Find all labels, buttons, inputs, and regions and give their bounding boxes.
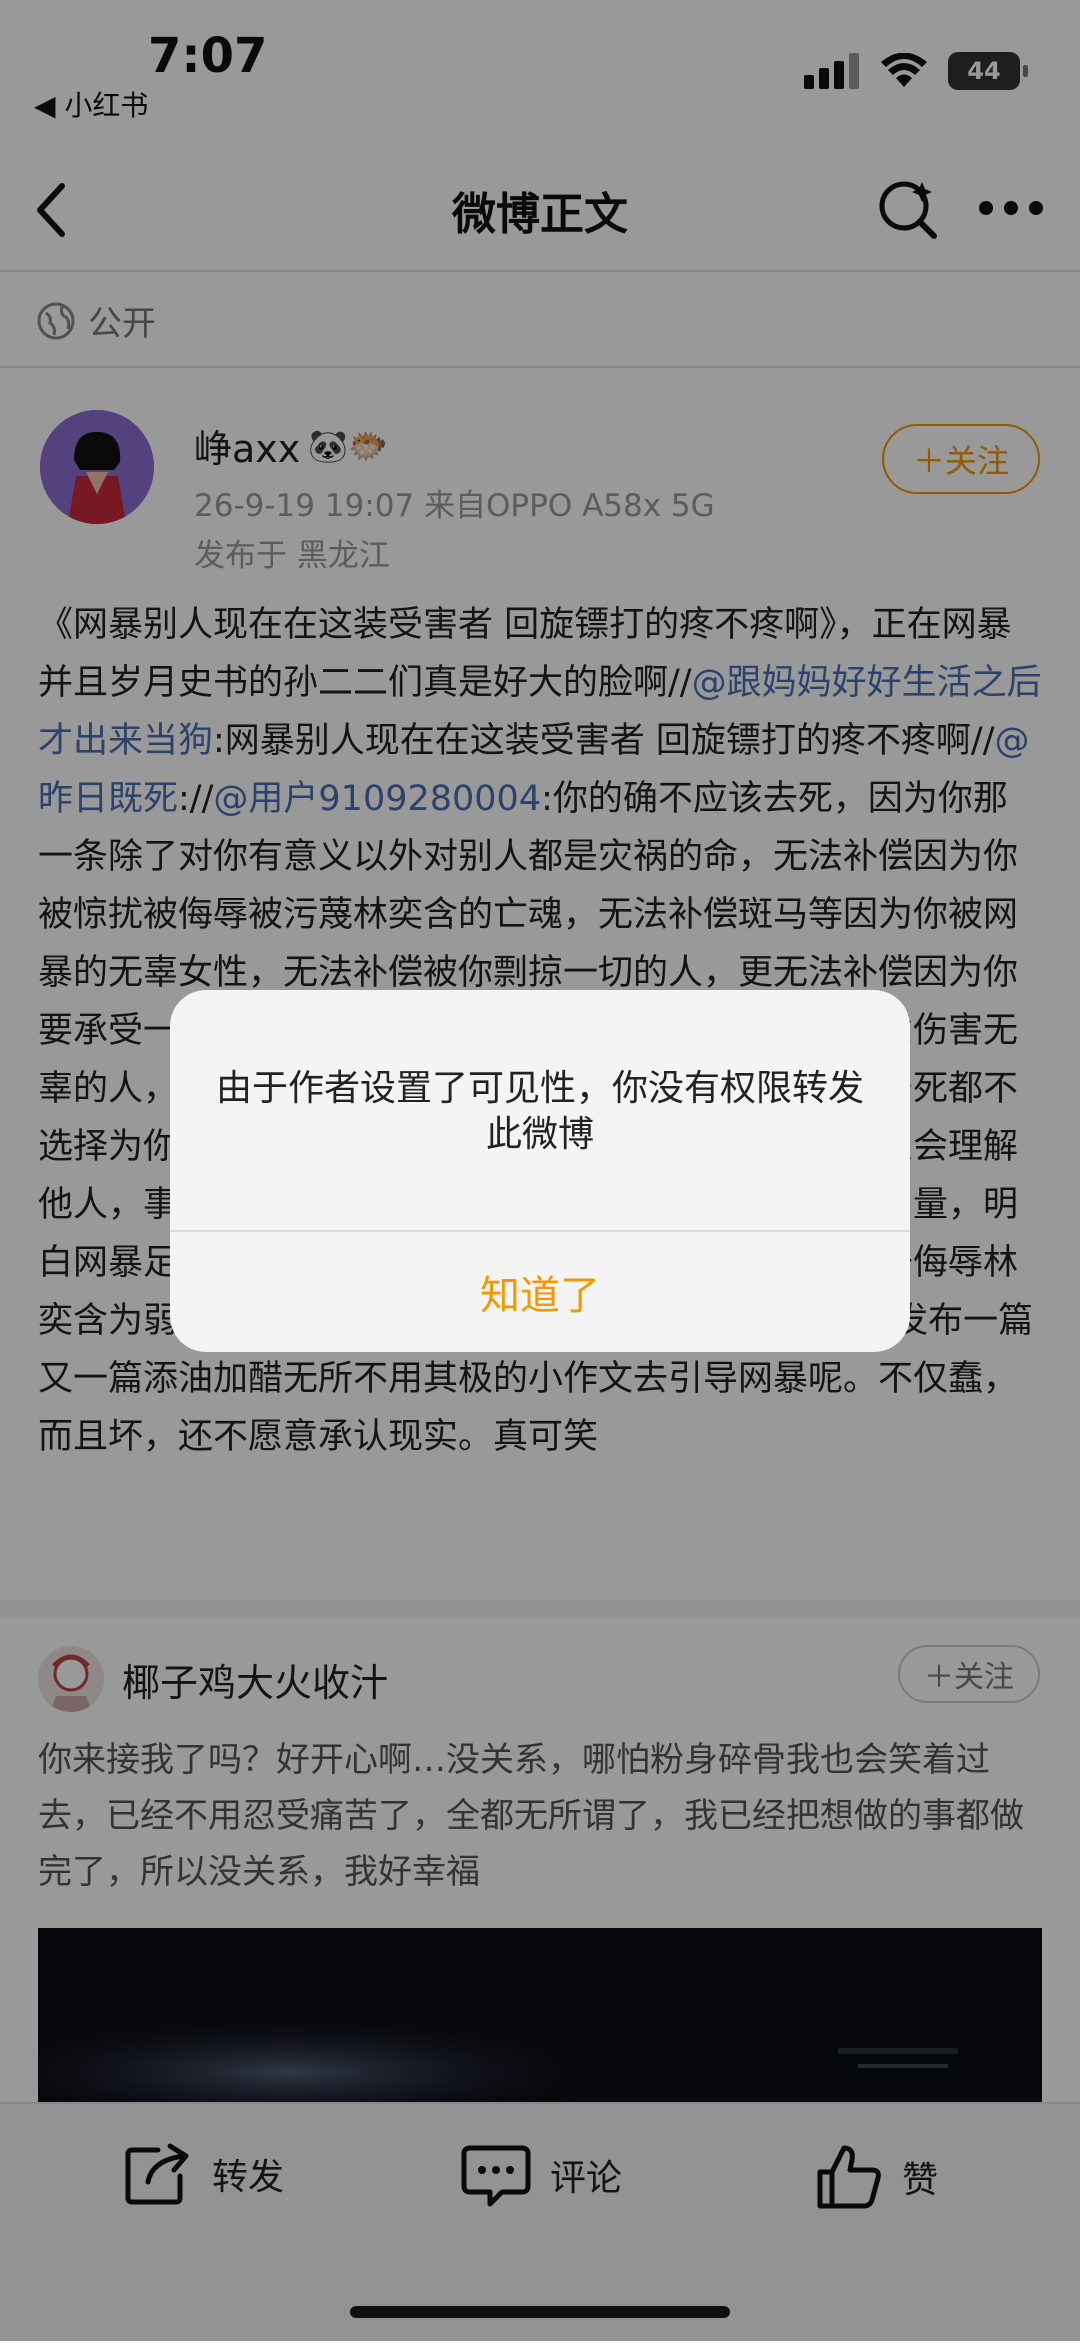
dialog-message: 由于作者设置了可见性，你没有权限转发此微博: [215, 1068, 864, 1155]
permission-dialog: 由于作者设置了可见性，你没有权限转发此微博 知道了: [170, 990, 910, 1352]
home-indicator[interactable]: [350, 2306, 730, 2318]
dialog-confirm-button[interactable]: 知道了: [170, 1232, 910, 1352]
